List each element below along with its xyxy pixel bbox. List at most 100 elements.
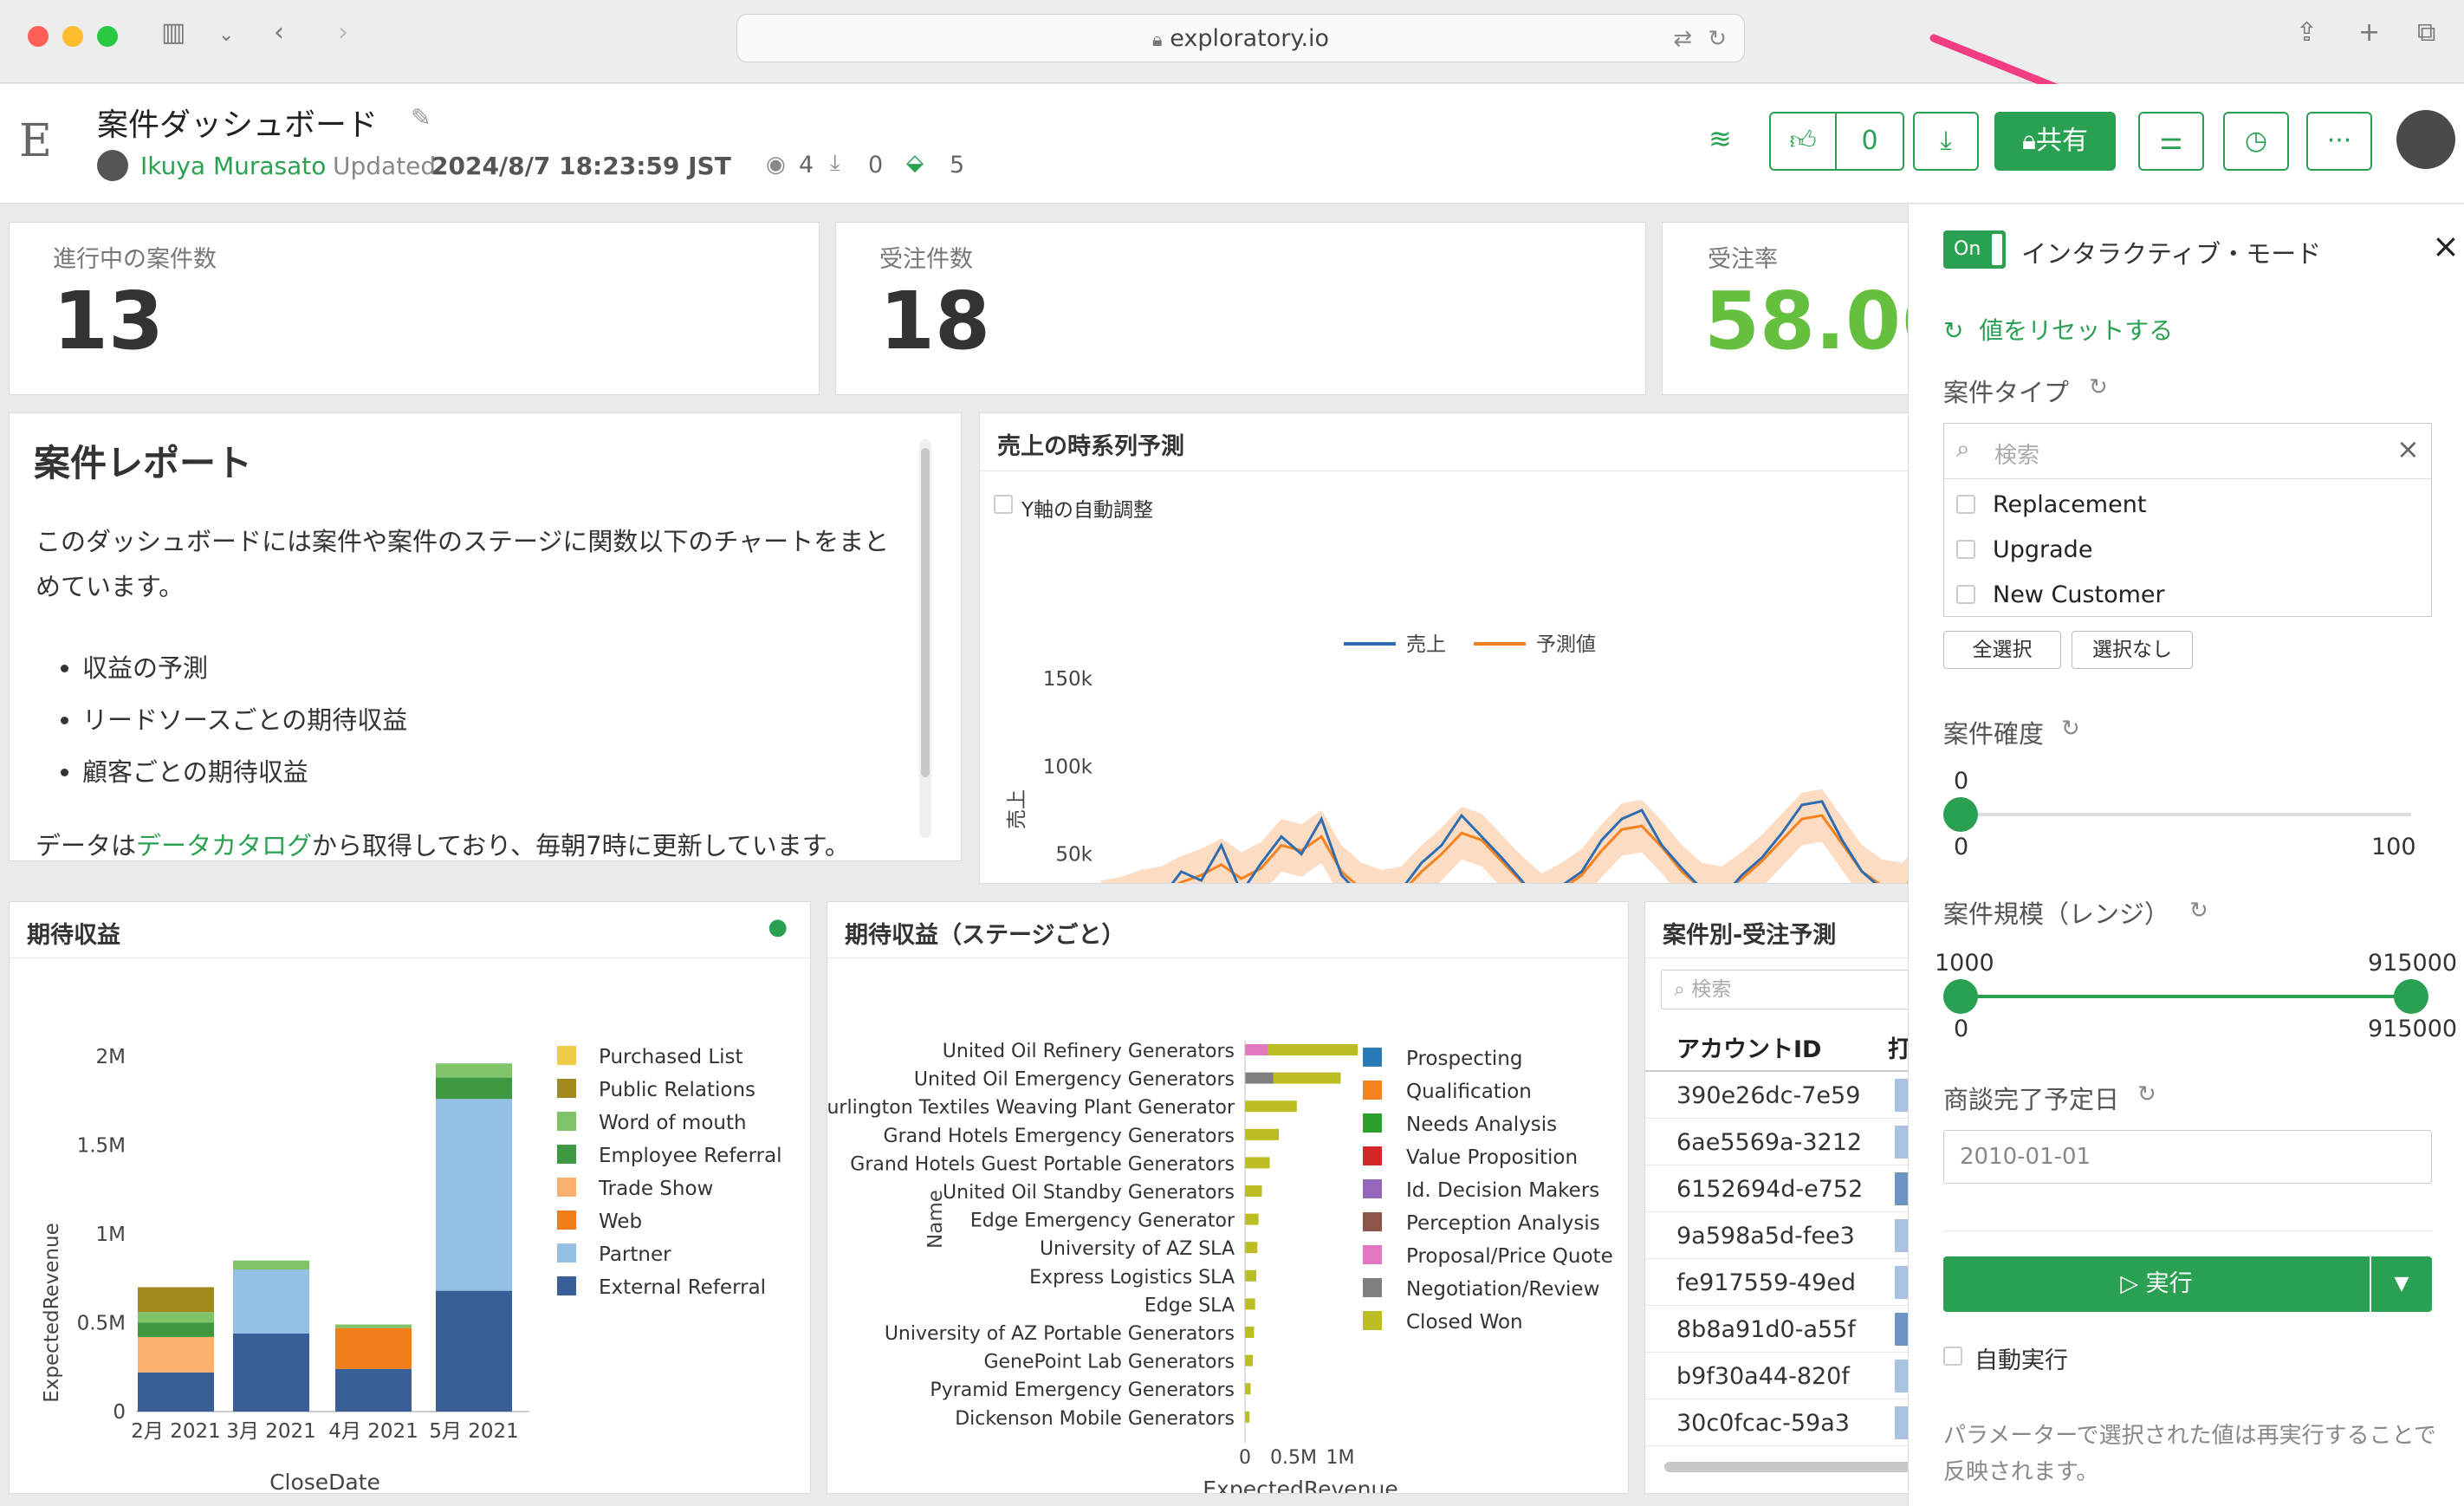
legend-label: Needs Analysis <box>1406 1113 1557 1136</box>
lock-icon: 🔒︎ <box>2022 126 2036 156</box>
interactive-parameters-button[interactable]: ⚌ <box>2138 112 2204 171</box>
option-label[interactable]: New Customer <box>1993 581 2165 608</box>
comment-icon[interactable]: ● <box>768 914 788 940</box>
legend-swatch <box>557 1145 576 1164</box>
forecast-chart: 売上予測値050k100k150k1月 20187月 20181月 20197月… <box>1006 633 1912 883</box>
legend-swatch <box>1363 1113 1382 1133</box>
author-avatar <box>97 150 128 181</box>
bar-segment <box>1245 1072 1274 1084</box>
share-icon[interactable]: ⇪ <box>2296 17 2318 48</box>
legend-swatch <box>557 1079 576 1098</box>
select-none-button[interactable]: 選択なし <box>2072 631 2193 669</box>
table-row[interactable]: fe917559-49ed <box>1645 1259 1912 1306</box>
panel-title: インタラクティブ・モード <box>2021 239 2322 269</box>
bar-segment <box>335 1368 412 1412</box>
option-label[interactable]: Replacement <box>1993 491 2146 518</box>
data-catalog-link[interactable]: データカタログ <box>136 831 312 860</box>
table-row[interactable]: 6152694d-e752 <box>1645 1165 1912 1212</box>
option-checkbox-upgrade[interactable] <box>1956 540 1975 559</box>
close-icon[interactable]: × <box>2432 227 2460 265</box>
tabs-overview-icon[interactable]: ⧉ <box>2417 17 2435 48</box>
legend-label: Trade Show <box>598 1178 713 1200</box>
forward-icon[interactable]: › <box>338 17 348 48</box>
edit-icon[interactable]: ✎ <box>411 103 431 132</box>
table-header-account-id[interactable]: アカウントID <box>1676 1030 1821 1064</box>
table-row[interactable]: 6ae5569a-3212 <box>1645 1119 1912 1165</box>
new-tab-icon[interactable]: + <box>2358 17 2380 48</box>
sidebar-toggle-icon[interactable]: ▥ <box>161 17 185 48</box>
y-tick-label: Edge Emergency Generator <box>970 1211 1235 1232</box>
bar-segment <box>1245 1383 1251 1395</box>
probability-slider-track[interactable] <box>1961 813 2411 816</box>
bar-segment <box>335 1324 412 1328</box>
table-row[interactable]: b9f30a44-820f <box>1645 1353 1912 1399</box>
bar-segment <box>436 1099 512 1291</box>
back-icon[interactable]: ‹ <box>274 17 284 48</box>
author-name[interactable]: Ikuya Murasato <box>140 152 326 180</box>
run-label: 実行 <box>2145 1270 2193 1297</box>
table-horizontal-scrollbar[interactable] <box>1664 1462 1912 1472</box>
run-button[interactable]: ▷ 実行 <box>1943 1256 2370 1312</box>
refresh-icon[interactable]: ↻ <box>2137 1081 2156 1107</box>
legend-label: Web <box>599 1211 642 1233</box>
auto-run-label: 自動実行 <box>1974 1347 2068 1374</box>
chevron-down-icon[interactable]: ⌄ <box>218 24 234 46</box>
caret-down-icon: ▼ <box>2394 1273 2409 1295</box>
refresh-icon[interactable]: ↻ <box>2089 374 2108 400</box>
select-all-button[interactable]: 全選択 <box>1943 631 2061 669</box>
y-tick-label: Grand Hotels Guest Portable Generators <box>850 1153 1235 1175</box>
lock-icon: 🔒︎ <box>1151 29 1163 51</box>
close-date-input[interactable]: 2010-01-01 <box>1943 1130 2432 1184</box>
minimize-window-button[interactable] <box>62 26 83 47</box>
reset-values-button[interactable]: ↻ 値をリセットする <box>1943 312 2173 347</box>
interactive-mode-toggle[interactable]: On <box>1943 230 2006 269</box>
refresh-icon[interactable]: ↻ <box>2061 716 2080 742</box>
history-button[interactable]: ◷ <box>2223 112 2289 171</box>
like-button[interactable]: 👍︎ 0 <box>1769 112 1904 171</box>
legend-swatch <box>1363 1278 1382 1297</box>
panel-note: パラメーターで選択された値は再実行することで反映されます。 <box>1943 1423 2436 1485</box>
table-row[interactable]: 9a598a5d-fee3 <box>1645 1212 1912 1259</box>
legend-swatch <box>1363 1245 1382 1264</box>
legend-swatch <box>557 1243 576 1263</box>
table-row[interactable]: 390e26dc-7e59 <box>1645 1072 1912 1119</box>
deal-size-slider-high-handle[interactable] <box>2394 979 2428 1014</box>
option-label[interactable]: Upgrade <box>1993 536 2092 563</box>
refresh-icon[interactable]: ↻ <box>2189 898 2208 924</box>
deal-size-slider-low-handle[interactable] <box>1943 979 1978 1014</box>
option-checkbox-new-customer[interactable] <box>1956 585 1975 604</box>
play-icon: ▷ <box>2120 1270 2139 1297</box>
kpi-value: 13 <box>53 275 165 367</box>
y-tick-label: urlington Textiles Weaving Plant Generat… <box>827 1097 1235 1119</box>
option-checkbox-replacement[interactable] <box>1956 495 1975 514</box>
kpi-label: 受注率 <box>1708 246 1778 273</box>
share-button[interactable]: 🔒︎共有 <box>1994 112 2116 171</box>
legend-label: Public Relations <box>599 1079 755 1101</box>
maximize-window-button[interactable] <box>97 26 118 47</box>
table-search-input[interactable]: ⌕ 検索 <box>1661 970 1912 1009</box>
kpi-value: 58.06 <box>1704 275 1912 367</box>
address-bar[interactable]: 🔒︎ exploratory.io ⇄ ↻ <box>736 14 1745 62</box>
more-button[interactable]: ··· <box>2306 112 2372 171</box>
run-options-dropdown[interactable]: ▼ <box>2371 1256 2432 1312</box>
clear-search-icon[interactable]: × <box>2396 432 2420 465</box>
probability-slider-handle[interactable] <box>1943 797 1978 832</box>
auto-run-checkbox[interactable] <box>1943 1347 1962 1366</box>
table-row[interactable]: 8b8a91d0-a55f <box>1645 1306 1912 1353</box>
download-icon: ⤓ <box>1940 126 1952 156</box>
y-tick-label: 2M <box>96 1046 126 1068</box>
deal-type-search-input[interactable]: ⌕ 検索 × <box>1944 424 2431 479</box>
updated-value: 2024/8/7 18:23:59 JST <box>431 152 731 180</box>
table-row[interactable]: 30c0fcac-59a3 <box>1645 1399 1912 1446</box>
reload-icon[interactable]: ↻ <box>1708 15 1727 63</box>
account-id-cell: 8b8a91d0-a55f <box>1676 1316 1856 1343</box>
close-window-button[interactable] <box>28 26 49 47</box>
download-button[interactable]: ⤓ <box>1913 112 1979 171</box>
report-scrollbar[interactable] <box>919 439 931 838</box>
user-avatar[interactable] <box>2396 110 2455 169</box>
translate-icon[interactable]: ⇄ <box>1673 15 1692 63</box>
scrollbar-thumb[interactable] <box>921 448 930 777</box>
x-axis-title: ExpectedRevenue <box>1203 1477 1398 1494</box>
y-tick-label: Grand Hotels Emergency Generators <box>884 1126 1235 1147</box>
deal-size-slider-track[interactable] <box>1961 995 2411 998</box>
